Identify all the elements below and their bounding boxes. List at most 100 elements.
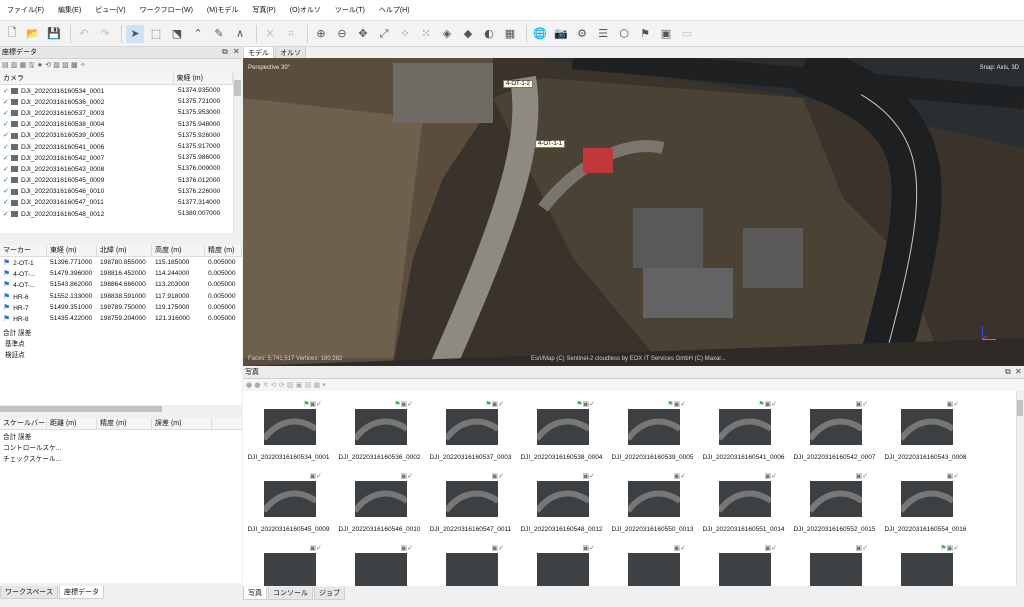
photo-thumbnail[interactable]: ▣✓ (334, 525, 425, 586)
checked-icon[interactable]: ✓ (3, 210, 11, 218)
camera-row[interactable]: ✓ DJI_20220316160546_0010 51376.226000 (0, 186, 233, 197)
open-folder-icon[interactable]: 📂 (24, 25, 42, 43)
marker-column-header[interactable]: マーカー (0, 245, 47, 257)
reset-view-icon[interactable]: ⤢ (375, 25, 393, 43)
camera-row[interactable]: ✓ DJI_20220316160543_0008 51376.009000 (0, 163, 233, 174)
dense-cloud-icon[interactable]: ⁙ (417, 25, 435, 43)
checked-icon[interactable]: ✓ (3, 187, 11, 195)
menu-tools[interactable]: ツール(T) (328, 5, 372, 15)
camera-settings-icon[interactable]: ⚙ (573, 25, 591, 43)
undo-icon[interactable]: ↶ (75, 25, 93, 43)
photo-thumbnail[interactable]: ⚑▣✓ DJI_20220316160534_0001 (243, 391, 334, 461)
ruler-icon[interactable]: ✎ (210, 25, 228, 43)
photo-thumbnail[interactable]: ▣✓ (425, 525, 516, 586)
marker-north-header[interactable]: 北緯 (m) (97, 245, 152, 257)
save-icon[interactable]: 💾 (45, 25, 63, 43)
photo-thumbnail[interactable]: ⚑▣✓ DJI_20220316160541_0006 (698, 391, 789, 461)
photo-thumbnail[interactable]: ⚑▣✓ DJI_20220316160538_0004 (516, 391, 607, 461)
photo-thumbnail[interactable]: ▣✓ (243, 525, 334, 586)
marker-row[interactable]: ⚑ 2-OT-1 51396.771000 198780.855000 115.1850… (0, 257, 242, 268)
checked-icon[interactable]: ✓ (3, 87, 11, 95)
delete-icon[interactable]: ✕ (261, 25, 279, 43)
menu-edit[interactable]: 編集(E) (51, 5, 88, 15)
photos-float-icon[interactable]: ⧉ (1005, 367, 1011, 377)
tiled-model-icon[interactable]: ◈ (438, 25, 456, 43)
scalebar-column-header[interactable]: スケールバー (0, 418, 47, 430)
marker-acc-header[interactable]: 精度 (m) (205, 245, 242, 257)
checked-icon[interactable]: ✓ (3, 176, 11, 184)
model-viewport[interactable]: Perspective 30° Snap: Axis, 3D Faces: 5,… (243, 58, 1024, 366)
menu-model[interactable]: (M)モデル (200, 5, 246, 15)
marker-east-header[interactable]: 東経 (m) (47, 245, 97, 257)
photo-thumbnail[interactable]: ▣✓ (607, 525, 698, 586)
checked-icon[interactable]: ✓ (3, 98, 11, 106)
photo-thumbnail[interactable]: ⚑▣✓ DJI_20220316160536_0002 (334, 391, 425, 461)
photo-thumbnail[interactable]: ⚑▣✓ DJI_20220316160539_0005 (607, 391, 698, 461)
camera-row[interactable]: ✓ DJI_20220316160542_0007 51375.986000 (0, 152, 233, 163)
menu-workflow[interactable]: ワークフロー(W) (133, 5, 200, 15)
redo-icon[interactable]: ↷ (96, 25, 114, 43)
dem-icon[interactable]: ▦ (501, 25, 519, 43)
crop-icon[interactable]: ⌗ (282, 25, 300, 43)
camera-table-scrollbar[interactable] (233, 73, 242, 233)
checked-icon[interactable]: ✓ (3, 165, 11, 173)
close-icon[interactable]: ✕ (233, 47, 240, 56)
tab-reference[interactable]: 座標データ (58, 586, 104, 599)
marker-row[interactable]: ⚑ HR-6 51552.133000 198838.591000 117.918000… (0, 291, 242, 302)
camera-row[interactable]: ✓ DJI_20220316160547_0011 51377.314000 (0, 197, 233, 208)
image-icon[interactable]: ▣ (657, 25, 675, 43)
camera-column-header[interactable]: カメラ (0, 73, 174, 85)
photo-thumbnail[interactable]: ▣✓ DJI_20220316160552_0015 (789, 453, 880, 533)
camera-icon[interactable]: 📷 (552, 25, 570, 43)
photo-thumbnail[interactable]: ▣✓ DJI_20220316160551_0014 (698, 453, 789, 533)
navigation-cursor-icon[interactable]: ➤ (126, 24, 144, 43)
photo-thumbnail[interactable]: ▣✓ DJI_20220316160542_0007 (789, 391, 880, 461)
menu-ortho[interactable]: (O)オルソ (283, 5, 328, 15)
photo-thumbnail[interactable]: ▣✓ (516, 525, 607, 586)
marker-alt-header[interactable]: 高度 (m) (152, 245, 205, 257)
points-view-icon[interactable]: ⁘ (396, 25, 414, 43)
tab-workspace[interactable]: ワークスペース (0, 586, 58, 599)
photo-thumbnail[interactable]: ⚑▣✓ DJI_20220316160537_0003 (425, 391, 516, 461)
marker-label-4-ot-1-1[interactable]: 4-OT-1-1 (535, 140, 566, 148)
texture-icon[interactable]: ◐ (480, 25, 498, 43)
east-column-header[interactable]: 東経 (m) (174, 73, 233, 85)
checked-icon[interactable]: ✓ (3, 109, 11, 117)
move-icon[interactable]: ✥ (354, 25, 372, 43)
camera-row[interactable]: ✓ DJI_20220316160539_0005 51375.926000 (0, 130, 233, 141)
checked-icon[interactable]: ✓ (3, 198, 11, 206)
marker-hscroll[interactable] (0, 406, 162, 412)
checked-icon[interactable]: ✓ (3, 154, 11, 162)
checked-icon[interactable]: ✓ (3, 131, 11, 139)
menu-photo[interactable]: 写真(P) (245, 5, 282, 15)
photo-thumbnail[interactable]: ▣✓ DJI_20220316160550_0013 (607, 453, 698, 533)
photo-thumbnail[interactable]: ▣✓ DJI_20220316160547_0011 (425, 453, 516, 533)
marker-row[interactable]: ⚑ 4-OT-... 51543.862000 198864.666000 113.20… (0, 279, 242, 290)
camera-row[interactable]: ✓ DJI_20220316160536_0002 51375.721000 (0, 96, 233, 107)
photos-close-icon[interactable]: ✕ (1015, 367, 1022, 376)
photo-thumbnail[interactable]: ▣✓ DJI_20220316160546_0010 (334, 453, 425, 533)
photo-thumbnail[interactable]: ▣✓ DJI_20220316160548_0012 (516, 453, 607, 533)
camera-row[interactable]: ✓ DJI_20220316160537_0003 51375.953000 (0, 107, 233, 118)
marker-row[interactable]: ⚑ HR-7 51499.351000 198789.750000 119.175000… (0, 302, 242, 313)
marker-row[interactable]: ⚑ 4-OT-... 51479.396000 198816.452000 114.24… (0, 268, 242, 279)
camera-scroll-thumb[interactable] (234, 80, 241, 96)
camera-row[interactable]: ✓ DJI_20220316160548_0012 51380.007000 (0, 208, 233, 219)
float-icon[interactable]: ⧉ (222, 47, 228, 57)
rectangle-select-icon[interactable]: ⬚ (147, 25, 165, 43)
checked-icon[interactable]: ✓ (3, 143, 11, 151)
menu-view[interactable]: ビュー(V) (88, 5, 132, 15)
photos-scroll-thumb[interactable] (1017, 400, 1023, 416)
tab-jobs[interactable]: ジョブ (314, 587, 345, 600)
zoom-out-icon[interactable]: ⊖ (333, 25, 351, 43)
mesh-icon[interactable]: ◆ (459, 25, 477, 43)
menu-file[interactable]: ファイル(F) (0, 5, 51, 15)
photo-thumbnail[interactable]: ▣✓ (698, 525, 789, 586)
zoom-in-icon[interactable]: ⊕ (312, 25, 330, 43)
shapes-icon[interactable]: ⬡ (615, 25, 633, 43)
tab-photos[interactable]: 写真 (243, 587, 267, 600)
polyline-tool-icon[interactable]: ⌃ (189, 25, 207, 43)
flag-icon[interactable]: ⚑ (636, 25, 654, 43)
photo-thumbnail[interactable]: ▣✓ DJI_20220316160554_0016 (880, 453, 971, 533)
marker-label-4-ot-1-2[interactable]: 4-OT-1-2 (503, 80, 534, 88)
